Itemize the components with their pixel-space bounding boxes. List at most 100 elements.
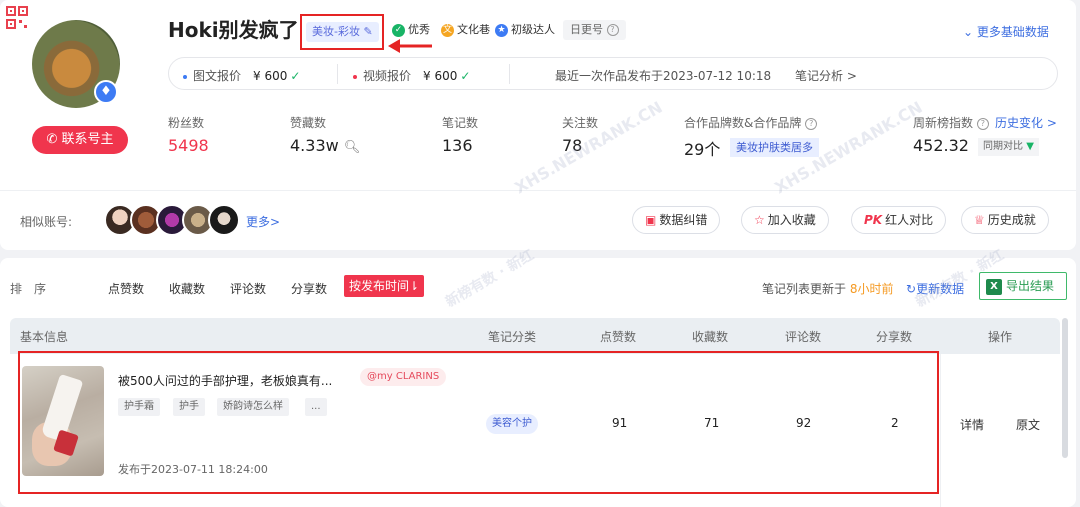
edit-doc-icon: ▣ — [645, 213, 657, 227]
header-ops: 操作 — [988, 330, 1013, 344]
brands-tag[interactable]: 美妆护肤类居多 — [730, 138, 819, 157]
sort-by-comments[interactable]: 评论数 — [230, 280, 266, 297]
bullet-icon — [353, 74, 357, 79]
category-tag[interactable]: 美妆-彩妆 ✎ — [306, 22, 379, 42]
check-icon: ✓ — [290, 69, 301, 83]
badge-culture: 文 文化巷 — [441, 22, 490, 38]
search-icon[interactable]: 🔍︎ — [344, 140, 361, 155]
image-text-price-label: 图文报价 — [193, 69, 242, 83]
daily-update-badge: 日更号 ? — [563, 20, 626, 40]
add-favorite-label: 加入收藏 — [767, 213, 816, 227]
pk-icon: PK — [864, 213, 883, 227]
yoy-compare[interactable]: 同期对比 ▼ — [978, 138, 1039, 156]
similar-avatar[interactable] — [208, 204, 240, 236]
edit-icon[interactable]: ✎ — [360, 25, 372, 38]
brands-label: 合作品牌数&合作品牌 — [684, 116, 802, 130]
profile-card: ♦ ✆ 联系号主 Hoki别发疯了 美妆-彩妆 ✎ ✓ 优秀 文 文化巷 ★ 初… — [0, 0, 1076, 250]
badge-level-label: 初级达人 — [511, 23, 555, 36]
more-basic-data-link[interactable]: ⌄ 更多基础数据 — [963, 23, 1049, 40]
header-likes[interactable]: 点赞数 — [600, 328, 636, 345]
header-category: 笔记分类 — [488, 330, 537, 344]
export-button[interactable]: X 导出结果 — [979, 272, 1067, 300]
history-change-link[interactable]: 历史变化 > — [995, 114, 1057, 131]
badge-excellent-label: 优秀 — [408, 23, 430, 36]
brands-label-group: 合作品牌数&合作品牌 ? — [684, 114, 818, 131]
shield-icon: ✓ — [392, 23, 405, 37]
contact-owner-button[interactable]: ✆ 联系号主 — [32, 126, 128, 154]
verified-tie-icon: ♦ — [94, 80, 118, 104]
likes-value: 4.33w — [290, 136, 339, 155]
sort-by-shares[interactable]: 分享数 — [291, 280, 327, 297]
notes-label: 笔记数 — [442, 116, 479, 130]
table-header: 基本信息 笔记分类 点赞数 收藏数 评论数 分享数 操作 — [10, 318, 1060, 354]
help-icon[interactable]: ? — [976, 117, 989, 130]
data-correction-button[interactable]: ▣ 数据纠错 — [632, 206, 721, 234]
bullet-icon — [183, 74, 187, 79]
header-favorites[interactable]: 收藏数 — [692, 328, 728, 345]
likes-label: 赞藏数 — [290, 116, 327, 130]
export-label: 导出结果 — [1006, 279, 1055, 293]
history-achievements-label: 历史成就 — [987, 213, 1036, 227]
triangle-down-icon: ▼ — [1026, 141, 1034, 152]
culture-icon: 文 — [441, 23, 454, 37]
divider — [509, 64, 510, 84]
video-price: 视频报价 ¥ 600 ✓ — [353, 67, 470, 84]
sort-label: 排 序 — [10, 282, 47, 296]
highlight-box-row — [18, 351, 939, 494]
note-analysis-link[interactable]: 笔记分析 > — [795, 67, 857, 84]
sort-by-favorites[interactable]: 收藏数 — [169, 280, 205, 297]
divider — [337, 64, 338, 84]
watermark: XHS.NEWRANK.CN — [511, 97, 666, 198]
notes-value: 136 — [442, 136, 473, 155]
qr-code-icon[interactable] — [6, 6, 28, 30]
header-basic-info: 基本信息 — [20, 330, 69, 344]
badge-culture-label: 文化巷 — [457, 23, 490, 36]
contact-owner-label: 联系号主 — [61, 132, 114, 147]
detail-link[interactable]: 详情 — [960, 416, 984, 433]
brands-value: 29个 — [684, 140, 721, 159]
list-update-note: 笔记列表更新于 8小时前 — [762, 280, 893, 297]
category-tag-label: 美妆-彩妆 — [312, 25, 360, 38]
price-bar: 图文报价 ¥ 600 ✓ 视频报价 ¥ 600 ✓ 最近一次作品发布于2023-07… — [168, 57, 1058, 90]
history-achievements-button[interactable]: ♕ 历史成就 — [961, 206, 1049, 234]
sort-by-likes[interactable]: 点赞数 — [108, 280, 144, 297]
original-link[interactable]: 原文 — [1016, 416, 1040, 433]
star-icon: ☆ — [754, 213, 765, 227]
data-correction-label: 数据纠错 — [659, 213, 708, 227]
following-label: 关注数 — [562, 116, 599, 130]
update-time: 8小时前 — [849, 282, 894, 296]
scrollbar[interactable] — [1062, 318, 1068, 458]
more-similar-link[interactable]: 更多> — [246, 213, 280, 230]
notes-list-card: 排 序 点赞数 收藏数 评论数 分享数 按发布时间⇂ 笔记列表更新于 8小时前 … — [0, 247, 1076, 507]
badge-level: ★ 初级达人 — [495, 22, 555, 38]
similar-accounts-label: 相似账号: — [20, 215, 73, 229]
compare-influencer-label: 红人对比 — [885, 213, 934, 227]
header-shares[interactable]: 分享数 — [876, 328, 912, 345]
help-icon[interactable]: ? — [805, 117, 818, 130]
trophy-icon: ♕ — [974, 213, 985, 227]
image-text-price-value: ¥ 600 — [253, 69, 288, 83]
yoy-label: 同期对比 — [983, 141, 1023, 152]
sort-by-publish-time[interactable]: 按发布时间⇂ — [344, 275, 425, 297]
badge-excellent: ✓ 优秀 — [392, 22, 430, 38]
add-favorite-button[interactable]: ☆ 加入收藏 — [741, 206, 829, 234]
update-prefix: 笔记列表更新于 — [762, 282, 847, 296]
watermark: 新榜有数 · 新红 — [443, 247, 537, 311]
likes-value-group: 4.33w 🔍︎ — [290, 136, 360, 155]
fans-value: 5498 — [168, 136, 209, 155]
chevron-circle-icon: ⌄ — [963, 25, 977, 39]
section-divider — [0, 190, 1076, 191]
weekly-index-label-group: 周新榜指数 ? — [913, 114, 989, 131]
red-arrow-annotation — [388, 39, 432, 53]
last-publish: 最近一次作品发布于2023-07-12 10:18 — [555, 69, 772, 83]
account-name: Hoki别发疯了 — [168, 18, 299, 42]
video-price-value: ¥ 600 — [423, 69, 458, 83]
excel-icon: X — [986, 278, 1002, 295]
fans-label: 粉丝数 — [168, 116, 205, 130]
compare-influencer-button[interactable]: PK 红人对比 — [851, 206, 947, 234]
column-divider — [940, 354, 941, 507]
weekly-index-label: 周新榜指数 — [913, 116, 974, 130]
phone-icon: ✆ — [46, 132, 62, 147]
header-comments[interactable]: 评论数 — [785, 328, 821, 345]
help-icon[interactable]: ? — [606, 24, 619, 36]
